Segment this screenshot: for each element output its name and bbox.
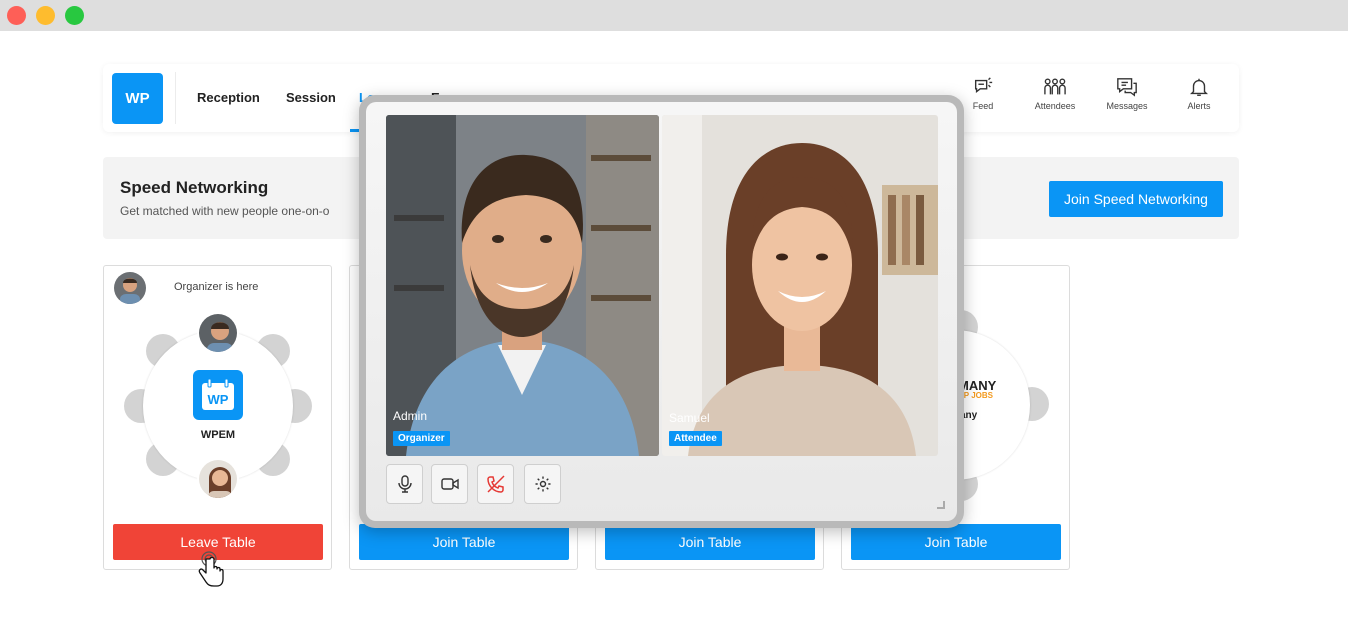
join-table-button[interactable]: Join Table [359,524,569,560]
mic-button[interactable] [386,464,423,504]
participant-role-badge: Organizer [393,431,450,446]
wp-logo[interactable]: WP [112,73,163,124]
messages-icon [1117,78,1137,97]
video-tile-admin[interactable]: Admin Organizer [386,115,659,456]
hangup-button[interactable] [477,464,514,504]
nav-attendees[interactable]: Attendees [1025,76,1085,111]
hangup-icon [486,475,505,493]
settings-icon [535,476,550,492]
nav-messages[interactable]: Messages [1097,76,1157,111]
svg-text:WP: WP [208,392,229,407]
window-close-button[interactable] [7,6,26,25]
video-tile-samuel[interactable]: Samuel Attendee [662,115,938,456]
join-speed-networking-button[interactable]: Join Speed Networking [1049,181,1223,217]
camera-icon [440,478,459,490]
nav-messages-label: Messages [1106,101,1148,111]
participant-name: Samuel [669,411,710,425]
nav-attendees-label: Attendees [1034,101,1076,111]
video-call-panel: Admin Organizer Samuel Attendee [366,102,957,521]
table-name: WPEM [200,429,236,441]
participant-name: Admin [393,409,428,423]
bell-icon [1190,78,1208,96]
wpem-logo: WP [193,370,243,420]
nav-divider [175,72,176,124]
speed-networking-title: Speed Networking [120,178,269,197]
join-table-button[interactable]: Join Table [605,524,815,560]
mic-icon [397,475,412,493]
join-table-button[interactable]: Join Table [851,524,1061,560]
nav-alerts[interactable]: Alerts [1169,76,1229,111]
feed-icon [974,77,993,93]
tab-session[interactable]: Session [286,90,336,105]
speed-networking-subtitle: Get matched with new people one-on-o [120,204,330,218]
organizer-avatar [114,272,146,304]
tab-reception[interactable]: Reception [197,90,260,105]
hand-cursor-icon [196,549,224,594]
window-maximize-button[interactable] [65,6,84,25]
resize-handle[interactable] [937,501,945,509]
camera-button[interactable] [431,464,468,504]
attendees-icon [1044,78,1066,95]
seated-attendee-avatar[interactable] [197,312,239,354]
seated-attendee-avatar[interactable] [197,458,239,500]
table-card-wpem: Organizer is here WP WPEM Leave Table [103,265,332,570]
nav-alerts-label: Alerts [1187,101,1211,111]
video-call-window[interactable]: Admin Organizer Samuel Attendee [359,95,964,528]
settings-button[interactable] [524,464,561,504]
participant-role-badge: Attendee [669,431,722,446]
window-minimize-button[interactable] [36,6,55,25]
window-titlebar [0,0,1348,31]
organizer-status: Organizer is here [174,281,259,293]
